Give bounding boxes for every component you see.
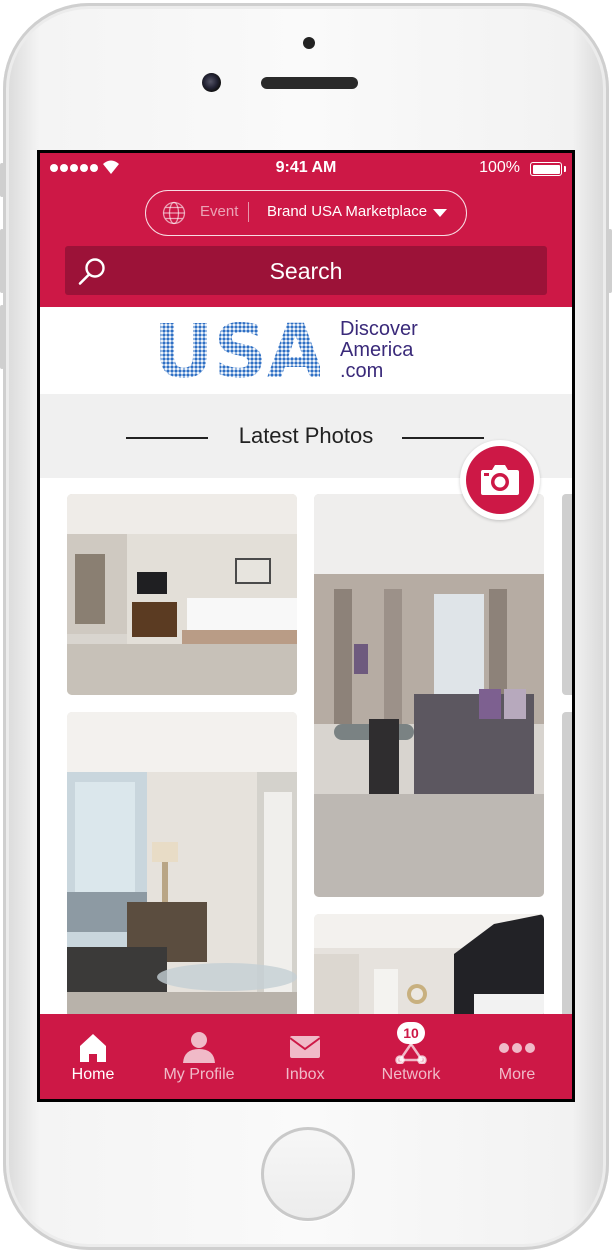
event-label: Event [200, 203, 239, 220]
tab-more[interactable]: More [464, 1014, 570, 1099]
tab-network[interactable]: 10 Network [358, 1014, 464, 1099]
tab-label: Home [71, 1066, 115, 1083]
pill-divider [248, 202, 249, 222]
photo-image [67, 494, 297, 695]
next-column-peek [562, 712, 572, 1018]
battery-percentage: 100% [479, 159, 520, 176]
tab-home[interactable]: Home [40, 1014, 146, 1099]
battery-icon [530, 162, 566, 176]
search-bar[interactable]: Search [65, 246, 547, 295]
photo-image [314, 914, 544, 1018]
front-camera [202, 73, 221, 92]
mute-switch [0, 163, 4, 197]
event-selector[interactable]: Event Brand USA Marketplace [145, 190, 467, 236]
photo-hotel-room-bed[interactable] [67, 494, 297, 695]
photo-bedroom-headboard[interactable] [314, 914, 544, 1018]
app-header: 9:41 AM 100% Event Brand USA Marketplace [40, 153, 572, 307]
home-icon [80, 1034, 106, 1062]
volume-up-button [0, 229, 4, 293]
search-label: Search [269, 258, 343, 284]
app-screen: 9:41 AM 100% Event Brand USA Marketplace [40, 153, 572, 1099]
next-column-peek [562, 494, 572, 695]
network-badge: 10 [397, 1022, 425, 1044]
photo-image [67, 712, 297, 1018]
globe-icon [162, 201, 186, 225]
proximity-sensor [303, 37, 315, 49]
tagline-line-2: America [340, 339, 414, 361]
tagline-line-3: .com [340, 360, 384, 382]
camera-icon [481, 465, 519, 495]
usa-logo: USA [158, 317, 320, 383]
screen: 9:41 AM 100% Event Brand USA Marketplace [37, 150, 575, 1102]
camera-button-circle [466, 446, 534, 514]
tab-label: Network [381, 1066, 441, 1083]
photo-image [314, 494, 544, 897]
profile-icon [183, 1032, 215, 1063]
tab-bar: Home My Profile Inbox 10 Network More [40, 1014, 572, 1099]
tagline-line-1: Discover [340, 318, 418, 340]
tab-my-profile[interactable]: My Profile [146, 1014, 252, 1099]
sponsor-banner[interactable]: USA Discover America .com [40, 307, 572, 394]
photo-living-room-sofa[interactable] [314, 494, 544, 897]
power-button [608, 229, 612, 293]
photo-room-balcony-view[interactable] [67, 712, 297, 1018]
earpiece-speaker [261, 77, 358, 89]
discover-america-logo: Discover America .com [340, 319, 418, 382]
tab-inbox[interactable]: Inbox [252, 1014, 358, 1099]
more-icon [499, 1043, 535, 1053]
tab-label: Inbox [285, 1066, 325, 1083]
photo-grid [40, 478, 572, 1018]
tab-label: My Profile [163, 1066, 235, 1083]
usa-logo-text: USA [158, 317, 320, 383]
divider-line [402, 437, 484, 439]
chevron-down-icon [433, 209, 447, 217]
volume-down-button [0, 305, 4, 369]
home-hardware-button[interactable] [261, 1127, 355, 1221]
camera-button[interactable] [460, 440, 540, 520]
event-name: Brand USA Marketplace [267, 203, 428, 220]
mail-icon [289, 1036, 321, 1058]
tab-label: More [498, 1066, 536, 1083]
status-bar: 9:41 AM 100% [40, 153, 572, 183]
